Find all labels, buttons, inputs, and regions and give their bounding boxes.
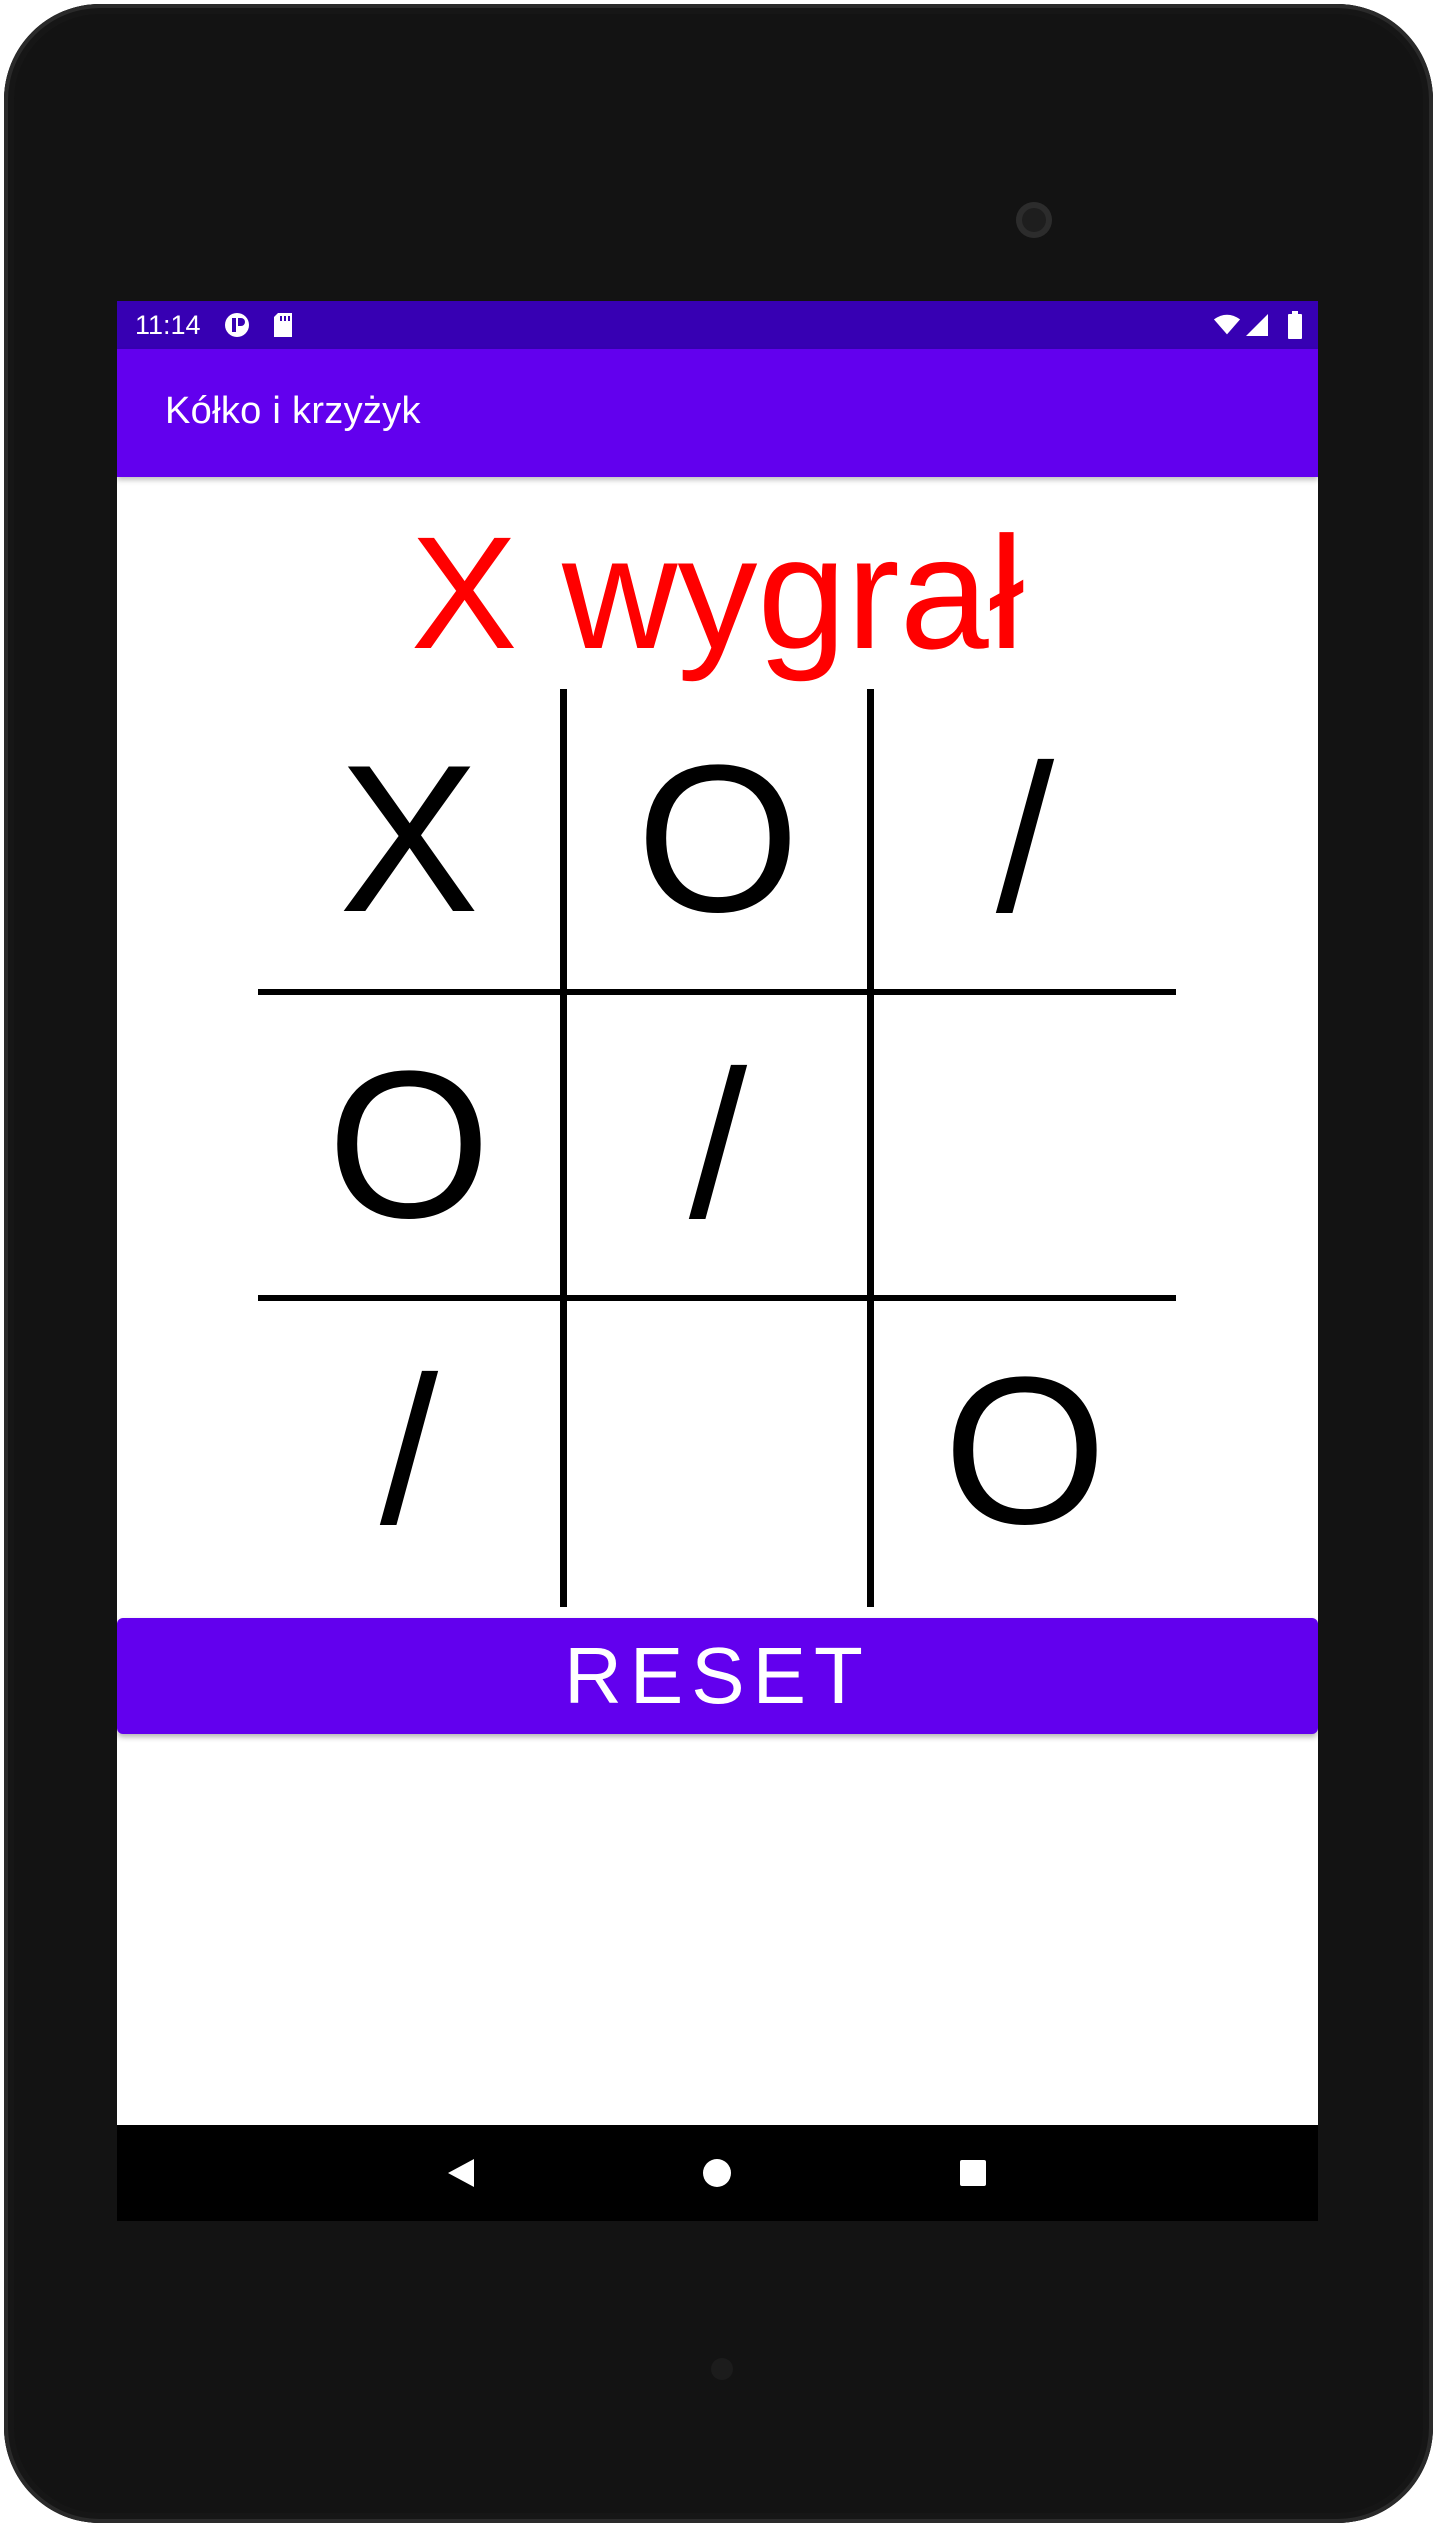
board-cell-2-2[interactable]: O <box>874 1301 1176 1601</box>
sd-card-icon <box>269 311 297 339</box>
battery-icon <box>1281 311 1309 339</box>
wifi-icon <box>1213 311 1241 339</box>
device-sensor <box>711 2358 733 2380</box>
back-icon[interactable] <box>441 2153 481 2193</box>
game-status-text: X wygrał <box>410 503 1025 682</box>
recents-icon[interactable] <box>953 2153 993 2193</box>
board-cell-0-1[interactable]: O <box>567 689 869 989</box>
board-cell-1-1[interactable]: / <box>567 995 869 1295</box>
status-bar: 11:14 <box>117 301 1318 349</box>
board-cell-2-0[interactable]: / <box>258 1301 560 1601</box>
app-bar: Kółko i krzyżyk <box>117 349 1318 477</box>
board-cell-1-2[interactable] <box>874 995 1176 1295</box>
device-screen: 11:14 Kółko i krzyżyk X wygrał X O / O /… <box>117 301 1318 2221</box>
board-cell-0-2[interactable]: / <box>874 689 1176 989</box>
board-cell-1-0[interactable]: O <box>258 995 560 1295</box>
board-cell-0-0[interactable]: X <box>258 689 560 989</box>
reset-button[interactable]: RESET <box>117 1618 1318 1734</box>
status-time: 11:14 <box>135 310 201 340</box>
board-line-vertical <box>560 689 567 1607</box>
sync-notification-icon <box>223 311 251 339</box>
app-title: Kółko i krzyżyk <box>165 390 421 432</box>
tic-tac-toe-board: X O / O / / O <box>258 689 1176 1607</box>
board-cell-2-1[interactable] <box>567 1301 869 1601</box>
navigation-bar <box>117 2125 1318 2221</box>
home-icon[interactable] <box>697 2153 737 2193</box>
front-camera <box>1016 202 1052 238</box>
cell-signal-icon <box>1243 311 1271 339</box>
